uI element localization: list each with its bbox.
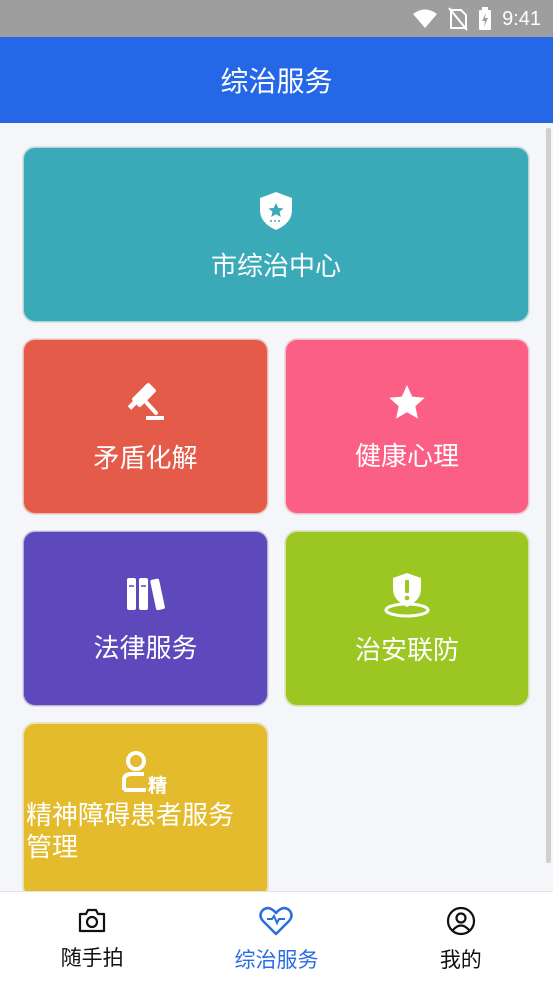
- nav-label: 随手拍: [60, 946, 124, 970]
- page-title: 综治服务: [220, 65, 333, 98]
- tile-label-line2: 管理: [26, 833, 79, 863]
- nav-mine[interactable]: 我的: [369, 892, 553, 984]
- bottom-navigation: 随手拍 综治服务 我的: [0, 891, 553, 984]
- person-badge-icon: 精: [121, 751, 167, 794]
- tile-city-center[interactable]: 市综治中心: [23, 147, 529, 322]
- camera-icon: [79, 908, 106, 933]
- nav-snapshot[interactable]: 随手拍: [0, 892, 184, 984]
- wifi-icon: [413, 9, 438, 28]
- status-bar: 9:41: [0, 0, 553, 37]
- tile-label: 法律服务: [93, 634, 198, 664]
- user-circle-icon: [446, 906, 475, 936]
- tile-mental-health[interactable]: 健康心理: [285, 339, 529, 514]
- tile-mental-disorder-management[interactable]: 精 精神障碍患者服务 管理: [23, 723, 268, 891]
- tile-label: 治安联防: [354, 636, 459, 666]
- battery-charging-icon: [479, 7, 492, 30]
- heart-icon: [259, 906, 294, 936]
- police-shield-icon: [260, 192, 292, 230]
- tile-mediation[interactable]: 矛盾化解: [23, 339, 268, 514]
- star-icon: [389, 385, 425, 419]
- tile-label: 精神障碍患者服务 管理: [24, 800, 234, 864]
- tile-label: 健康心理: [354, 442, 459, 472]
- books-icon: [126, 578, 165, 611]
- alert-shield-location-icon: [384, 573, 430, 618]
- no-sim-icon: [448, 7, 468, 31]
- tile-public-security[interactable]: 治安联防: [285, 531, 529, 706]
- tile-label-line1: 精神障碍患者服务: [26, 801, 235, 831]
- service-grid: 市综治中心 矛盾化解 健康心理 法律服务 治安联防 精 精神障碍患者服务 管理: [0, 123, 553, 891]
- app-bar: 综治服务: [0, 37, 553, 123]
- tile-legal-service[interactable]: 法律服务: [23, 531, 268, 706]
- gavel-icon: [127, 383, 164, 420]
- badge-text: 精: [148, 774, 167, 794]
- status-icons: 9:41: [412, 5, 541, 33]
- tile-label: 市综治中心: [210, 252, 341, 282]
- nav-label: 我的: [439, 948, 482, 972]
- scrollbar[interactable]: [546, 128, 551, 863]
- tile-label: 矛盾化解: [93, 444, 198, 474]
- nav-label: 综治服务: [234, 948, 319, 972]
- status-time: 9:41: [502, 7, 541, 30]
- nav-comprehensive-service[interactable]: 综治服务: [184, 892, 368, 984]
